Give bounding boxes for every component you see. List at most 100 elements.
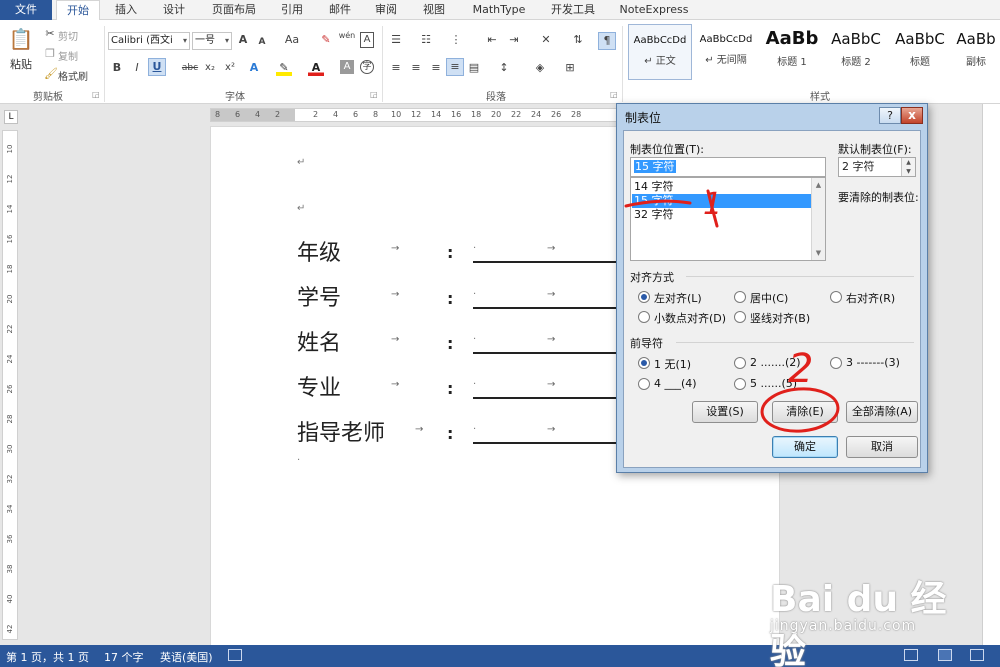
scroll-down-icon[interactable]: ▼ bbox=[812, 246, 825, 260]
decrease-indent-icon[interactable]: ⇤ bbox=[484, 32, 500, 48]
sort-icon[interactable]: ⇅ bbox=[570, 32, 586, 48]
cut-button[interactable]: 剪切 bbox=[58, 28, 78, 43]
cancel-button[interactable]: 取消 bbox=[846, 436, 918, 458]
grow-font-icon[interactable]: A bbox=[236, 32, 250, 48]
tab-mailings[interactable]: 邮件 bbox=[320, 0, 360, 20]
paste-button[interactable]: 粘贴 bbox=[10, 56, 32, 72]
shading-icon[interactable]: ◈ bbox=[532, 60, 548, 76]
help-button[interactable]: ? bbox=[879, 107, 901, 124]
scroll-up-icon[interactable]: ▲ bbox=[812, 178, 825, 192]
font-color-icon[interactable]: A bbox=[308, 60, 324, 76]
tab-selector[interactable]: L bbox=[4, 110, 18, 124]
italic-button[interactable]: I bbox=[130, 60, 144, 76]
copy-icon[interactable]: ❐ bbox=[44, 46, 56, 62]
radio-align-right[interactable] bbox=[830, 291, 842, 303]
paragraph-launcher-icon[interactable]: ◲ bbox=[610, 90, 618, 99]
set-button[interactable]: 设置(S) bbox=[692, 401, 758, 423]
style-title[interactable]: AaBbC 标题 bbox=[888, 24, 952, 80]
align-center-icon[interactable]: ≡ bbox=[408, 60, 424, 76]
list-item[interactable]: 32 字符 bbox=[632, 208, 812, 222]
clipboard-launcher-icon[interactable]: ◲ bbox=[92, 90, 100, 99]
highlight-icon[interactable]: ✎ bbox=[276, 60, 292, 76]
clear-format-icon[interactable]: ✎ bbox=[318, 32, 334, 48]
font-name-combo[interactable]: Calibri (西文i ▾ bbox=[108, 32, 190, 50]
char-border-icon[interactable]: A bbox=[360, 32, 374, 48]
default-tab-stepper[interactable]: 2 字符 ▲ ▼ bbox=[838, 157, 916, 177]
close-button[interactable]: x bbox=[901, 107, 923, 124]
bold-button[interactable]: B bbox=[110, 60, 124, 76]
tab-file[interactable]: 文件 bbox=[0, 0, 52, 20]
asian-layout-icon[interactable]: ✕ bbox=[536, 32, 556, 48]
show-marks-icon[interactable]: ¶ bbox=[598, 32, 616, 50]
bullets-icon[interactable]: ☰ bbox=[388, 32, 404, 48]
colon: : bbox=[447, 334, 454, 353]
distributed-icon[interactable]: ▤ bbox=[466, 60, 482, 76]
list-item[interactable]: 15 字符 bbox=[632, 194, 812, 208]
subscript-button[interactable]: x₂ bbox=[202, 60, 218, 76]
tab-position-list[interactable]: 14 字符 15 字符 32 字符 ▲ ▼ bbox=[630, 177, 826, 261]
style-no-spacing[interactable]: AaBbCcDd ↵ 无间隔 bbox=[694, 24, 758, 80]
font-size-combo[interactable]: 一号 ▾ bbox=[192, 32, 232, 50]
tab-home[interactable]: 开始 bbox=[56, 0, 100, 21]
tab-view[interactable]: 视图 bbox=[414, 0, 454, 20]
align-right-icon[interactable]: ≡ bbox=[428, 60, 444, 76]
clear-all-button[interactable]: 全部清除(A) bbox=[846, 401, 918, 423]
multilevel-list-icon[interactable]: ⋮ bbox=[448, 32, 464, 48]
tab-references[interactable]: 引用 bbox=[272, 0, 312, 20]
justify-icon[interactable]: ≡ bbox=[446, 58, 464, 76]
tab-developer[interactable]: 开发工具 bbox=[540, 0, 606, 20]
macro-record-icon[interactable] bbox=[228, 649, 242, 661]
style-normal[interactable]: AaBbCcDd ↵ 正文 bbox=[628, 24, 692, 80]
tab-layout[interactable]: 页面布局 bbox=[204, 0, 264, 20]
copy-button[interactable]: 复制 bbox=[58, 48, 78, 63]
format-painter-button[interactable]: 格式刷 bbox=[58, 68, 88, 83]
align-left-icon[interactable]: ≡ bbox=[388, 60, 404, 76]
line-spacing-icon[interactable]: ↕ bbox=[496, 60, 512, 76]
radio-align-center[interactable] bbox=[734, 291, 746, 303]
scissors-icon[interactable]: ✂ bbox=[44, 26, 56, 42]
tab-design[interactable]: 设计 bbox=[152, 0, 196, 20]
language[interactable]: 英语(美国) bbox=[160, 649, 213, 665]
clear-button[interactable]: 清除(E) bbox=[772, 401, 838, 423]
style-subtitle[interactable]: AaBb 副标 bbox=[952, 24, 1000, 80]
tab-noteexpress[interactable]: NoteExpress bbox=[614, 0, 694, 20]
paste-icon[interactable]: 📋 bbox=[8, 26, 34, 52]
spin-arrows-icon[interactable]: ▲ ▼ bbox=[901, 158, 915, 176]
font-launcher-icon[interactable]: ◲ bbox=[370, 90, 378, 99]
radio-leader-dots[interactable] bbox=[734, 357, 746, 369]
word-count[interactable]: 17 个字 bbox=[104, 649, 144, 665]
style-heading-2[interactable]: AaBbC 标题 2 bbox=[824, 24, 888, 80]
radio-leader-middots[interactable] bbox=[734, 378, 746, 390]
tab-mathtype[interactable]: MathType bbox=[466, 0, 532, 20]
numbering-icon[interactable]: ☷ bbox=[418, 32, 434, 48]
underline-button[interactable]: U bbox=[148, 58, 166, 76]
radio-align-decimal[interactable] bbox=[638, 311, 650, 323]
tab-insert[interactable]: 插入 bbox=[106, 0, 146, 20]
tab-review[interactable]: 审阅 bbox=[366, 0, 406, 20]
text-effects-icon[interactable]: A bbox=[246, 60, 262, 76]
change-case-icon[interactable]: Aa bbox=[282, 32, 302, 48]
list-item[interactable]: 14 字符 bbox=[632, 180, 812, 194]
borders-icon[interactable]: ⊞ bbox=[562, 60, 578, 76]
radio-align-left[interactable] bbox=[638, 291, 650, 303]
style-heading-1[interactable]: AaBb 标题 1 bbox=[760, 24, 824, 80]
radio-leader-dashes[interactable] bbox=[830, 357, 842, 369]
radio-leader-none[interactable] bbox=[638, 357, 650, 369]
format-painter-icon[interactable]: 🖌 bbox=[44, 66, 58, 82]
ok-button[interactable]: 确定 bbox=[772, 436, 838, 458]
page-count[interactable]: 第 1 页，共 1 页 bbox=[6, 649, 89, 665]
radio-leader-underline[interactable] bbox=[638, 378, 650, 390]
shrink-font-icon[interactable]: A bbox=[256, 34, 268, 50]
tab-arrow: → bbox=[547, 379, 556, 390]
enclose-char-icon[interactable]: 字 bbox=[360, 60, 374, 74]
increase-indent-icon[interactable]: ⇥ bbox=[506, 32, 522, 48]
tab-position-input[interactable]: 15 字符 bbox=[630, 157, 826, 177]
list-scrollbar[interactable]: ▲ ▼ bbox=[811, 178, 825, 260]
baidu-watermark: Bai du 经验 jingyan.baidu.com bbox=[770, 570, 980, 667]
superscript-button[interactable]: x² bbox=[222, 60, 238, 76]
char-shading-icon[interactable]: A bbox=[340, 60, 354, 74]
radio-align-bar[interactable] bbox=[734, 311, 746, 323]
strikethrough-button[interactable]: abc bbox=[180, 60, 200, 76]
vertical-ruler[interactable]: 10 12 14 16 18 20 22 24 26 28 30 32 34 3… bbox=[2, 130, 18, 640]
phonetic-guide-icon[interactable]: wén bbox=[338, 28, 356, 44]
